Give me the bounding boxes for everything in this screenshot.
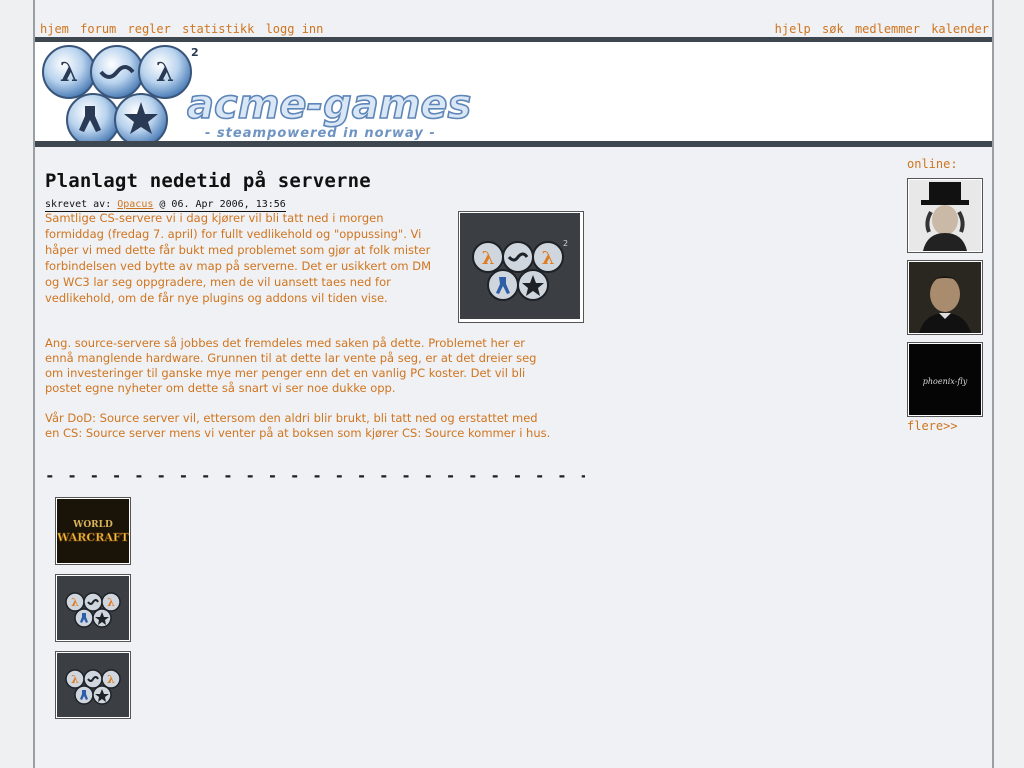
site-logo[interactable]: λ λ 2 acme-games - steampowered in norwa… [37, 42, 477, 152]
svg-text:λ: λ [71, 596, 79, 609]
page-frame: hjem forum regler statistikk logg inn hj… [33, 0, 994, 768]
online-more-link[interactable]: flere>> [907, 419, 987, 433]
steam-games-logo-icon: λ λ [57, 576, 129, 640]
avatar: phoenix-fly [909, 344, 981, 415]
article-separator: - - - - - - - - - - - - - - - - - - - - … [45, 466, 585, 485]
header-bottom-bar [35, 141, 992, 147]
online-users-panel: online: phoenix-fly flere>> [907, 157, 987, 433]
article-paragraph-2: Ang. source-servere så jobbes det fremde… [45, 336, 537, 395]
nav-hjelp-link[interactable]: hjelp [775, 22, 811, 36]
news-thumbnail-list: WORLD WARCRAFT λ λ λ λ [55, 497, 131, 728]
site-name-text: acme-games [187, 82, 471, 128]
steam-games-logo-icon: λ λ [57, 653, 129, 717]
news-thumb-wow[interactable]: WORLD WARCRAFT [55, 497, 131, 565]
nav-regler-link[interactable]: regler [128, 22, 171, 36]
article-paragraph-1: Samtlige CS-servere vi i dag kjører vil … [45, 211, 432, 305]
svg-text:λ: λ [156, 58, 174, 88]
article-date: @ 06. Apr 2006, 13:56 [153, 199, 286, 210]
news-thumb-steam-2[interactable]: λ λ [55, 651, 131, 719]
news-article: Planlagt nedetid på serverne skrevet av:… [45, 170, 584, 440]
svg-text:WARCRAFT: WARCRAFT [57, 531, 129, 544]
nav-sok-link[interactable]: søk [822, 22, 844, 36]
svg-text:WORLD: WORLD [72, 520, 113, 530]
news-thumb-steam-1[interactable]: λ λ [55, 574, 131, 642]
site-tagline-text: - steampowered in norway - [205, 126, 436, 141]
game-orbs-icon: λ λ 2 [42, 45, 199, 147]
nav-hjem-link[interactable]: hjem [40, 22, 69, 36]
svg-text:2: 2 [563, 239, 568, 248]
online-user-avatar-2[interactable] [907, 260, 983, 335]
warcraft-logo-icon: WORLD WARCRAFT [56, 499, 130, 563]
steam-games-logo-icon: λ λ 2 [460, 213, 580, 319]
nav-medlemmer-link[interactable]: medlemmer [855, 22, 920, 36]
author-link[interactable]: Opacus [117, 199, 153, 210]
svg-text:λ: λ [542, 248, 555, 269]
avatar [909, 180, 981, 251]
svg-text:2: 2 [191, 46, 199, 59]
article-title[interactable]: Planlagt nedetid på serverne [45, 170, 575, 192]
nav-statistikk-link[interactable]: statistikk [182, 22, 254, 36]
byline-prefix: skrevet av: [45, 199, 118, 210]
svg-text:λ: λ [107, 673, 115, 686]
svg-text:λ: λ [482, 248, 495, 269]
online-label: online: [907, 157, 958, 171]
nav-kalender-link[interactable]: kalender [931, 22, 989, 36]
nav-forum-link[interactable]: forum [80, 22, 116, 36]
nav-right: hjelp søk medlemmer kalender [771, 22, 989, 36]
online-user-avatar-1[interactable] [907, 178, 983, 253]
online-user-avatar-3[interactable]: phoenix-fly [907, 342, 983, 417]
nav-logg-inn-link[interactable]: logg inn [266, 22, 324, 36]
article-image: λ λ 2 [458, 211, 584, 323]
article-paragraph-3: Vår DoD: Source server vil, ettersom den… [45, 411, 551, 440]
site-banner: λ λ 2 acme-games - steampowered in norwa… [35, 42, 992, 147]
svg-text:λ: λ [60, 58, 78, 88]
top-navigation: hjem forum regler statistikk logg inn hj… [40, 22, 989, 38]
nav-left: hjem forum regler statistikk logg inn [40, 22, 327, 36]
svg-text:λ: λ [107, 596, 115, 609]
avatar [909, 262, 981, 333]
svg-text:λ: λ [71, 673, 79, 686]
svg-text:phoenix-fly: phoenix-fly [923, 377, 968, 386]
